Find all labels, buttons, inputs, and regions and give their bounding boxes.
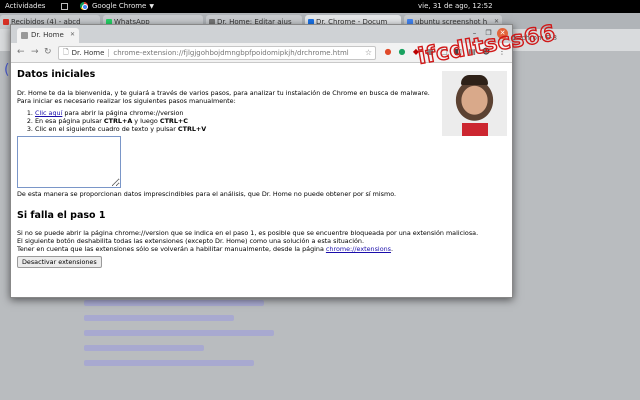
version-textarea[interactable] bbox=[17, 136, 121, 188]
key-ctrl-a: CTRL+A bbox=[103, 117, 133, 125]
extensions-link[interactable]: chrome://extensions bbox=[326, 245, 391, 253]
app-menu-label: Google Chrome bbox=[92, 2, 147, 10]
after-textarea-text: De esta manera se proporcionan datos imp… bbox=[17, 190, 397, 198]
click-here-link[interactable]: Clic aquí bbox=[35, 109, 62, 117]
popup-tab[interactable]: Dr. Home ✕ bbox=[17, 28, 79, 43]
step-2: En esa página pulsar CTRL+A y luego CTRL… bbox=[35, 117, 507, 125]
portrait-shirt bbox=[462, 123, 488, 136]
disable-extensions-button[interactable]: Desactivar extensiones bbox=[17, 256, 102, 268]
activities-button[interactable]: Actividades bbox=[5, 2, 45, 10]
address-origin: Dr. Home bbox=[72, 49, 110, 57]
address-bar[interactable]: 🗋 Dr. Home chrome-extension://fjlgjgohbo… bbox=[58, 46, 376, 60]
back-arrow-icon[interactable]: ← bbox=[17, 47, 25, 57]
gmail-favicon-icon bbox=[3, 19, 9, 25]
background-partial-glyph: ( bbox=[4, 62, 10, 78]
fail-text-3-pre: Tener en cuenta que las extensiones sólo… bbox=[17, 245, 326, 253]
fail-text-2: El siguiente botón deshabilita todas las… bbox=[17, 237, 364, 245]
background-blurred-text bbox=[84, 300, 284, 400]
step-2-text: En esa página pulsar bbox=[35, 117, 104, 125]
fail-text-3: Tener en cuenta que las extensiones sólo… bbox=[17, 245, 507, 253]
step-3: Clic en el siguiente cuadro de texto y p… bbox=[35, 125, 507, 133]
step-1-text: para abrir la página chrome://version bbox=[62, 109, 184, 117]
address-url: chrome-extension://fjlgjgohbojdmngbpfpoi… bbox=[113, 49, 349, 57]
close-tab-icon[interactable]: ✕ bbox=[70, 31, 75, 38]
fail-text-1: Si no se puede abrir la página chrome://… bbox=[17, 229, 479, 237]
gnome-top-bar: Actividades Google Chrome ▼ vie, 31 de a… bbox=[0, 0, 640, 13]
star-icon[interactable]: ☆ bbox=[365, 48, 372, 57]
step-3-text: Clic en el siguiente cuadro de texto y p… bbox=[35, 125, 178, 133]
key-ctrl-c: CTRL+C bbox=[159, 117, 188, 125]
popup-tab-title: Dr. Home bbox=[31, 31, 64, 39]
dropdown-arrow-icon: ▼ bbox=[149, 2, 154, 10]
app-menu[interactable]: Google Chrome ▼ bbox=[80, 2, 154, 10]
evernote-extension-icon[interactable]: ● bbox=[397, 47, 407, 57]
step-1: Clic aquí para abrir la página chrome://… bbox=[35, 109, 507, 117]
chrome-logo-icon bbox=[80, 2, 88, 10]
popup-tab-bar: Dr. Home ✕ – ❐ ✕ bbox=[11, 25, 512, 43]
reload-icon[interactable]: ↻ bbox=[44, 47, 52, 57]
heading-si-falla: Si falla el paso 1 bbox=[17, 210, 106, 221]
window-icon bbox=[61, 3, 68, 10]
clock[interactable]: vie, 31 de ago, 12:52 bbox=[418, 2, 493, 10]
key-ctrl-v: CTRL+V bbox=[177, 125, 207, 133]
steps-list: Clic aquí para abrir la página chrome://… bbox=[35, 109, 507, 133]
page-favicon-icon bbox=[21, 32, 28, 39]
extension-icon[interactable]: ● bbox=[383, 47, 393, 57]
step-2-mid: y luego bbox=[132, 117, 160, 125]
fail-text-3-post: . bbox=[390, 245, 394, 253]
forward-arrow-icon[interactable]: → bbox=[31, 47, 39, 57]
page-icon: 🗋 bbox=[63, 47, 69, 56]
